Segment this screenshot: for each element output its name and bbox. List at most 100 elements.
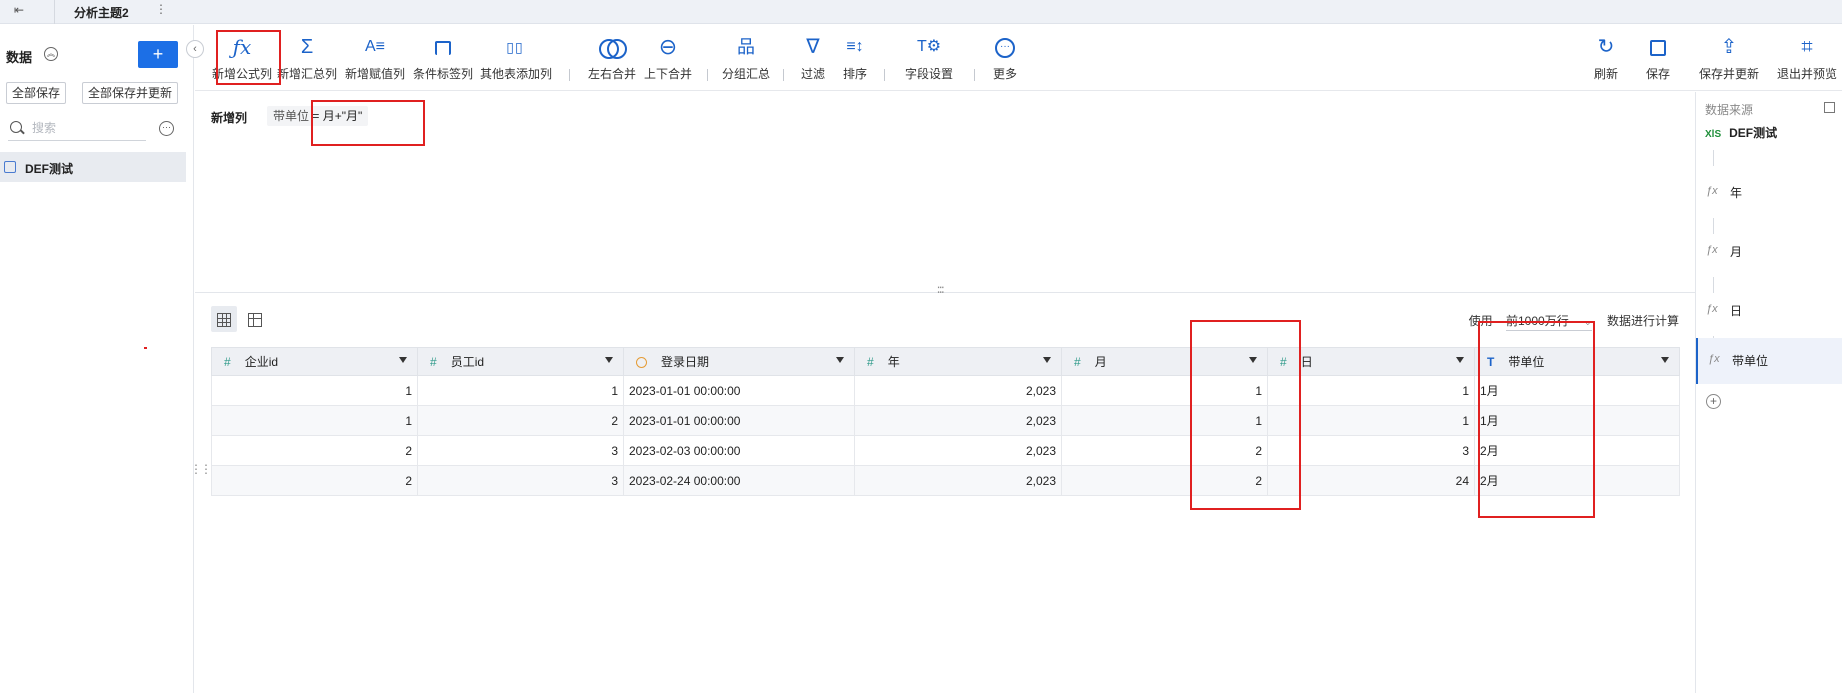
row-limit-value: 前1000万行 [1506, 314, 1569, 328]
table-cell[interactable]: 24 [1267, 465, 1475, 496]
add-data-button[interactable]: + [138, 41, 178, 68]
column-name: 月 [1094, 355, 1107, 369]
merge-horizontal-button[interactable]: 左右合并 [587, 25, 637, 91]
table-cell[interactable]: 2,023 [854, 405, 1062, 436]
add-assign-column-button[interactable]: A≡ 新增赋值列 [345, 25, 405, 91]
table-cell[interactable]: 1 [1061, 405, 1268, 436]
data-source-panel: 数据来源 XlS DEF测试 ƒx 年 ƒx 月 ƒx 日 ƒx 带单位 + [1695, 92, 1842, 693]
table-cell[interactable]: 3 [1267, 435, 1475, 466]
main-toolbar: ƒx 新增公式列 Σ 新增汇总列 A≡ 新增赋值列 条件标签列 ▯▯ 其他表添加… [195, 25, 1842, 91]
column-header[interactable]: # 企业id [211, 347, 418, 376]
back-icon[interactable]: ⇤ [14, 3, 24, 17]
step-name: 年 [1730, 186, 1743, 200]
table-cell[interactable]: 1月 [1474, 405, 1680, 436]
caret-down-icon[interactable] [1661, 357, 1669, 363]
add-column-from-table-button[interactable]: ▯▯ 其他表添加列 [480, 25, 552, 91]
table-cell[interactable]: 1 [1061, 375, 1268, 406]
source-node[interactable]: XlS DEF测试 [1705, 124, 1777, 141]
sum-icon: Σ [300, 36, 314, 58]
table-cell[interactable]: 1 [1267, 405, 1475, 436]
table-cell[interactable]: 2,023 [854, 375, 1062, 406]
pivot-view-button[interactable] [242, 306, 268, 332]
table-cell[interactable]: 2 [1061, 435, 1268, 466]
formula-icon: ƒx [1706, 303, 1718, 315]
save-all-button[interactable]: 全部保存 [6, 82, 66, 104]
tab-analysis-topic[interactable]: 分析主题2 [74, 4, 129, 21]
chevron-up-icon[interactable]: ︽ [44, 47, 58, 61]
column-header[interactable]: # 员工id [417, 347, 624, 376]
formula-expression[interactable]: 带单位 = 月+"月" [267, 106, 369, 126]
column-header[interactable]: T 带单位 [1474, 347, 1680, 376]
add-condition-tag-column-button[interactable]: 条件标签列 [413, 25, 473, 91]
table-cell[interactable]: 2,023 [854, 465, 1062, 496]
merge-horizontal-icon [587, 35, 637, 59]
new-column-label: 新增列 [211, 111, 248, 125]
table-cell[interactable]: 2023-01-01 00:00:00 [623, 375, 855, 406]
row-limit-select[interactable]: 前1000万行 ⌵ [1506, 312, 1592, 331]
field-settings-button[interactable]: T⚙ 字段设置 [901, 25, 957, 91]
caret-down-icon[interactable] [1456, 357, 1464, 363]
toolbar-label: 新增公式列 [212, 67, 273, 81]
toolbar-label: 过滤 [800, 67, 825, 81]
table-cell[interactable]: 3 [417, 465, 624, 496]
panel-resize-handle[interactable]: ∶∶∶ [937, 283, 944, 297]
sort-button[interactable]: ≡↕ 排序 [837, 25, 873, 91]
table-cell[interactable]: 2,023 [854, 435, 1062, 466]
table-row: 1 1 2023-01-01 00:00:00 2,023 1 1 1月 [211, 375, 1680, 406]
table-cell[interactable]: 1 [211, 375, 418, 406]
add-summary-column-button[interactable]: Σ 新增汇总列 [277, 25, 337, 91]
table-cell[interactable]: 3 [417, 435, 624, 466]
table-cell[interactable]: 2023-01-01 00:00:00 [623, 405, 855, 436]
filter-button[interactable]: ∇ 过滤 [795, 25, 831, 91]
sidebar-item-dataset[interactable]: DEF测试 [0, 152, 186, 182]
expand-icon[interactable] [1824, 102, 1835, 113]
column-name: 员工id [450, 355, 485, 369]
save-all-update-button[interactable]: 全部保存并更新 [82, 82, 178, 104]
step-node-year[interactable]: ƒx 年 [1696, 170, 1842, 216]
table-cell[interactable]: 2023-02-24 00:00:00 [623, 465, 855, 496]
table-cell[interactable]: 2 [211, 435, 418, 466]
number-type-icon: # [430, 355, 437, 369]
caret-down-icon[interactable] [836, 357, 844, 363]
caret-down-icon[interactable] [399, 357, 407, 363]
save-button[interactable]: 保存 [1638, 25, 1678, 91]
caret-down-icon[interactable] [605, 357, 613, 363]
column-header[interactable]: 登录日期 [623, 347, 855, 376]
table-cell[interactable]: 1 [417, 375, 624, 406]
table-cell[interactable]: 1 [1267, 375, 1475, 406]
column-header[interactable]: # 日 [1267, 347, 1475, 376]
tab-more-icon[interactable]: ⋮ [155, 2, 167, 16]
caret-down-icon[interactable] [1249, 357, 1257, 363]
exit-and-preview-button[interactable]: ⌗ 退出并预览 [1775, 25, 1839, 91]
table-cell[interactable]: 2月 [1474, 465, 1680, 496]
column-header[interactable]: # 月 [1061, 347, 1268, 376]
save-and-update-button[interactable]: ⇪ 保存并更新 [1697, 25, 1761, 91]
step-node-day[interactable]: ƒx 日 [1696, 288, 1842, 334]
grid-view-button[interactable] [211, 306, 237, 332]
column-header[interactable]: # 年 [854, 347, 1062, 376]
step-node-month[interactable]: ƒx 月 [1696, 229, 1842, 275]
calc-options: 使用 前1000万行 ⌵ 数据进行计算 [1469, 312, 1679, 331]
merge-vertical-button[interactable]: ⊖ 上下合并 [643, 25, 693, 91]
table-cell[interactable]: 2月 [1474, 435, 1680, 466]
table-cell[interactable]: 2 [1061, 465, 1268, 496]
add-formula-column-button[interactable]: ƒx 新增公式列 [212, 25, 272, 91]
group-summary-button[interactable]: 品 分组汇总 [721, 25, 771, 91]
table-cell[interactable]: 1 [211, 405, 418, 436]
search-input[interactable] [32, 120, 142, 136]
tag-icon [413, 35, 473, 59]
add-column-icon: ▯▯ [506, 39, 524, 55]
group-icon: 品 [737, 37, 755, 57]
add-step-icon[interactable]: + [1706, 394, 1721, 409]
formula-icon: ƒx [1706, 185, 1718, 197]
table-cell[interactable]: 2023-02-03 00:00:00 [623, 435, 855, 466]
caret-down-icon[interactable] [1043, 357, 1051, 363]
table-cell[interactable]: 2 [211, 465, 418, 496]
table-cell[interactable]: 1月 [1474, 375, 1680, 406]
formula-field-name: 带单位 [273, 109, 310, 123]
step-node-with-unit[interactable]: ƒx 带单位 [1696, 338, 1842, 384]
table-cell[interactable]: 2 [417, 405, 624, 436]
more-button[interactable]: ··· 更多 [985, 25, 1025, 91]
refresh-button[interactable]: ↻ 刷新 [1586, 25, 1626, 91]
more-options-icon[interactable]: ··· [159, 121, 174, 136]
